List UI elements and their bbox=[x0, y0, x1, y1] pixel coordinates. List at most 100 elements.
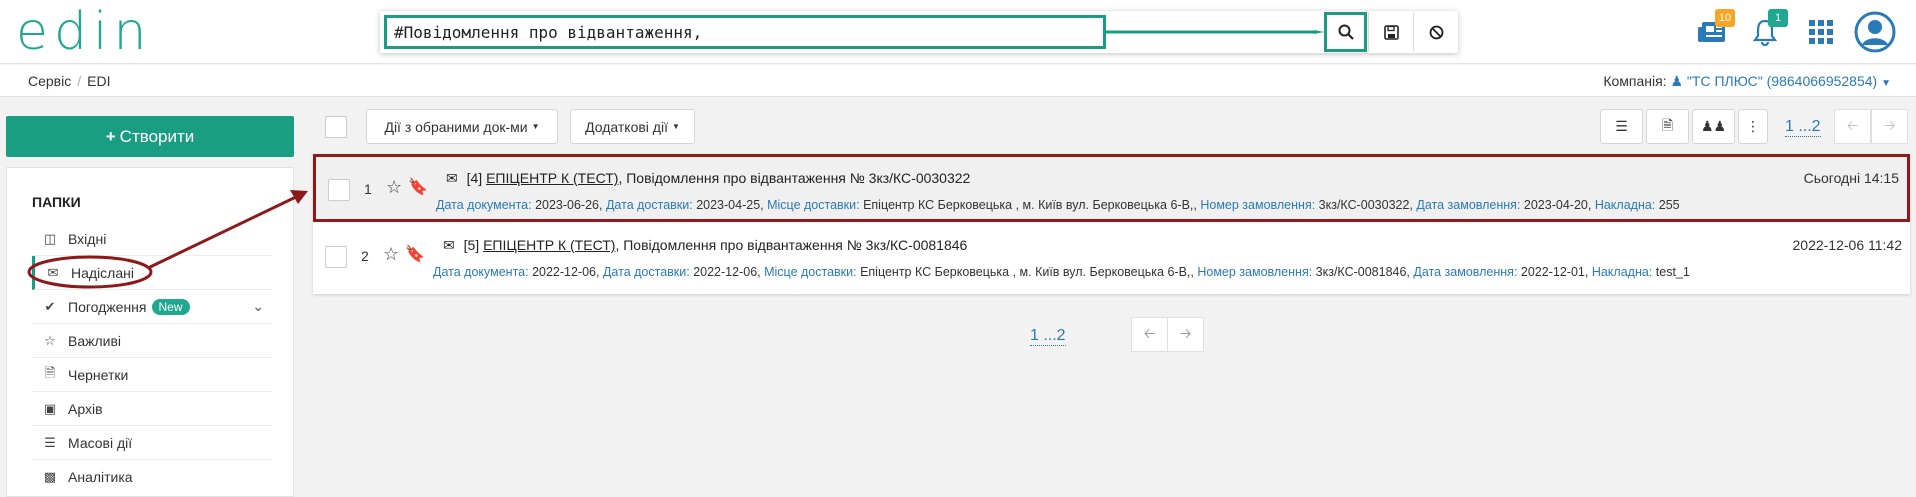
arrow-left-icon: 🡠 bbox=[1846, 116, 1859, 133]
star-icon: ☆ bbox=[44, 332, 56, 348]
breadcrumb-item-service[interactable]: Сервіс bbox=[28, 73, 71, 89]
document-view-button[interactable]: 🗎 bbox=[1646, 109, 1689, 144]
sidebar-item-label: Аналітика bbox=[68, 469, 133, 485]
partner-link[interactable]: ЕПІЦЕНТР К (ТЕСТ) bbox=[486, 170, 618, 186]
table-row[interactable]: 2 ☆ 🔖 ✉ [5] ЕПІЦЕНТР К (ТЕСТ), Повідомле… bbox=[313, 224, 1910, 292]
bookmark-icon[interactable]: 🔖 bbox=[408, 177, 428, 197]
bulk-actions-label: Дії з обраними док-ми bbox=[384, 118, 528, 135]
breadcrumb-item-edi[interactable]: EDI bbox=[87, 73, 110, 89]
sidebar-item-analytics[interactable]: ▩ Аналітика bbox=[32, 460, 272, 494]
prev-page-button-bottom[interactable]: 🡠 bbox=[1131, 317, 1168, 352]
next-page-button[interactable]: 🡢 bbox=[1871, 109, 1908, 144]
create-button[interactable]: + Створити bbox=[6, 116, 294, 157]
ban-icon bbox=[1429, 25, 1443, 39]
arrow-right-icon: 🡢 bbox=[1179, 324, 1192, 341]
bookmark-icon[interactable]: 🔖 bbox=[405, 244, 425, 264]
user-avatar[interactable] bbox=[1853, 10, 1897, 54]
company-selector[interactable]: Компанія: ♟ "ТС ПЛЮС" (9864066952854) ▼ bbox=[1603, 73, 1891, 90]
folders-panel: ПАПКИ ◫ Вхідні ✉ Надіслані ✔ Погодження … bbox=[6, 167, 294, 497]
document-icon: 🗎 bbox=[1661, 116, 1674, 133]
table-row[interactable]: 1 ☆ 🔖 ✉ [4] ЕПІЦЕНТР К (ТЕСТ), Повідомле… bbox=[313, 154, 1910, 222]
doc-title-text: , Повідомлення про відвантаження № 3кз/К… bbox=[615, 237, 968, 253]
pagination-top[interactable]: 1 ...2 bbox=[1785, 118, 1821, 137]
user-icon: ♟ bbox=[1670, 73, 1684, 89]
plus-icon: + bbox=[105, 126, 116, 146]
list-view-button[interactable]: ☰ bbox=[1600, 109, 1643, 144]
row-number: 2 bbox=[361, 248, 369, 264]
envelope-open-icon: ✉ bbox=[446, 170, 458, 186]
grid-icon bbox=[1809, 20, 1833, 44]
group-view-button[interactable]: ♟♟ bbox=[1692, 109, 1735, 144]
sidebar-item-label: Важливі bbox=[68, 332, 122, 349]
arrow-right-icon: 🡢 bbox=[1883, 116, 1896, 133]
sidebar-item-label: Масові дії bbox=[68, 434, 133, 451]
sidebar-item-label: Погодження bbox=[68, 298, 147, 315]
document-details: Дата документа: 2023-06-26, Дата доставк… bbox=[436, 198, 1680, 212]
save-search-button[interactable] bbox=[1368, 12, 1413, 52]
prev-page-button[interactable]: 🡠 bbox=[1834, 109, 1871, 144]
document-details: Дата документа: 2022-12-06, Дата доставк… bbox=[433, 265, 1690, 279]
extra-actions-dropdown[interactable]: Додаткові дії ▼ bbox=[570, 109, 695, 144]
apps-button[interactable] bbox=[1801, 12, 1841, 52]
company-value[interactable]: "ТС ПЛЮС" (9864066952854) bbox=[1687, 73, 1877, 89]
search-button[interactable] bbox=[1324, 12, 1367, 52]
more-options-button[interactable]: ⋮ bbox=[1738, 109, 1768, 144]
document-datetime: 2022-12-06 11:42 bbox=[1792, 237, 1903, 253]
more-vertical-icon: ⋮ bbox=[1746, 118, 1760, 134]
envelope-icon: ✉ bbox=[47, 264, 59, 280]
sidebar-item-drafts[interactable]: 🗎 Чернетки bbox=[32, 358, 272, 392]
file-icon: 🗎 bbox=[44, 364, 56, 380]
inbox-icon: ◫ bbox=[43, 230, 57, 246]
sidebar-item-important[interactable]: ☆ Важливі bbox=[32, 324, 272, 358]
document-datetime: Сьогодні 14:15 bbox=[1803, 170, 1899, 186]
doc-status-prefix: [5] bbox=[463, 237, 480, 253]
chevron-down-icon[interactable]: ⌄ bbox=[252, 298, 264, 315]
top-header: edin 10 1 bbox=[0, 0, 1916, 64]
sidebar-item-approval[interactable]: ✔ Погодження New ⌄ bbox=[32, 290, 272, 324]
select-all-checkbox[interactable] bbox=[325, 116, 347, 138]
news-badge: 10 bbox=[1715, 9, 1735, 27]
sidebar-item-label: Надіслані bbox=[71, 264, 134, 281]
sidebar-item-inbox[interactable]: ◫ Вхідні bbox=[32, 222, 272, 256]
archive-icon: ▣ bbox=[43, 400, 57, 416]
search-input[interactable] bbox=[384, 15, 1106, 49]
company-label: Компанія: bbox=[1603, 73, 1667, 89]
sidebar-item-archive[interactable]: ▣ Архів bbox=[32, 392, 272, 426]
sidebar-item-label: Чернетки bbox=[68, 366, 129, 383]
notifications-button[interactable]: 1 bbox=[1745, 9, 1788, 52]
sidebar-item-sent[interactable]: ✉ Надіслані bbox=[32, 256, 272, 290]
sidebar-item-label: Вхідні bbox=[68, 230, 107, 247]
pagination-bottom[interactable]: 1 ...2 bbox=[1030, 327, 1066, 346]
star-icon[interactable]: ☆ bbox=[386, 177, 402, 198]
star-icon[interactable]: ☆ bbox=[383, 244, 399, 265]
partner-link[interactable]: ЕПІЦЕНТР К (ТЕСТ) bbox=[483, 237, 615, 253]
arrow-left-icon: 🡠 bbox=[1143, 324, 1156, 341]
user-circle-icon bbox=[1854, 11, 1896, 53]
envelope-open-icon: ✉ bbox=[443, 237, 455, 253]
new-badge: New bbox=[151, 298, 190, 315]
caret-down-icon: ▼ bbox=[531, 122, 540, 131]
doc-status-prefix: [4] bbox=[466, 170, 483, 186]
annotation-arrow-icon bbox=[1106, 30, 1324, 34]
sidebar-item-bulk[interactable]: ☰ Масові дії bbox=[32, 426, 272, 460]
sidebar-item-label: Архів bbox=[68, 400, 103, 417]
next-page-button-bottom[interactable]: 🡢 bbox=[1167, 317, 1204, 352]
clear-search-button[interactable] bbox=[1413, 12, 1458, 52]
row-number: 1 bbox=[364, 181, 372, 197]
caret-down-icon: ▼ bbox=[671, 122, 680, 131]
caret-down-icon: ▼ bbox=[1881, 78, 1891, 89]
bulk-actions-dropdown[interactable]: Дії з обраними док-ми ▼ bbox=[366, 109, 558, 144]
list-icon: ☰ bbox=[1615, 118, 1628, 134]
document-list: 1 ☆ 🔖 ✉ [4] ЕПІЦЕНТР К (ТЕСТ), Повідомле… bbox=[313, 154, 1910, 294]
check-icon: ✔ bbox=[44, 298, 56, 314]
folders-title: ПАПКИ bbox=[32, 194, 81, 210]
create-label: Створити bbox=[119, 126, 195, 146]
row-checkbox[interactable] bbox=[328, 179, 350, 201]
document-title[interactable]: ✉ [4] ЕПІЦЕНТР К (ТЕСТ), Повідомлення пр… bbox=[446, 170, 970, 187]
row-checkbox[interactable] bbox=[325, 246, 347, 268]
document-title[interactable]: ✉ [5] ЕПІЦЕНТР К (ТЕСТ), Повідомлення пр… bbox=[443, 237, 967, 254]
search-icon bbox=[1338, 24, 1354, 40]
edin-logo[interactable]: edin bbox=[16, 6, 152, 58]
notifications-badge: 1 bbox=[1768, 9, 1788, 27]
news-button[interactable]: 10 bbox=[1692, 9, 1735, 52]
